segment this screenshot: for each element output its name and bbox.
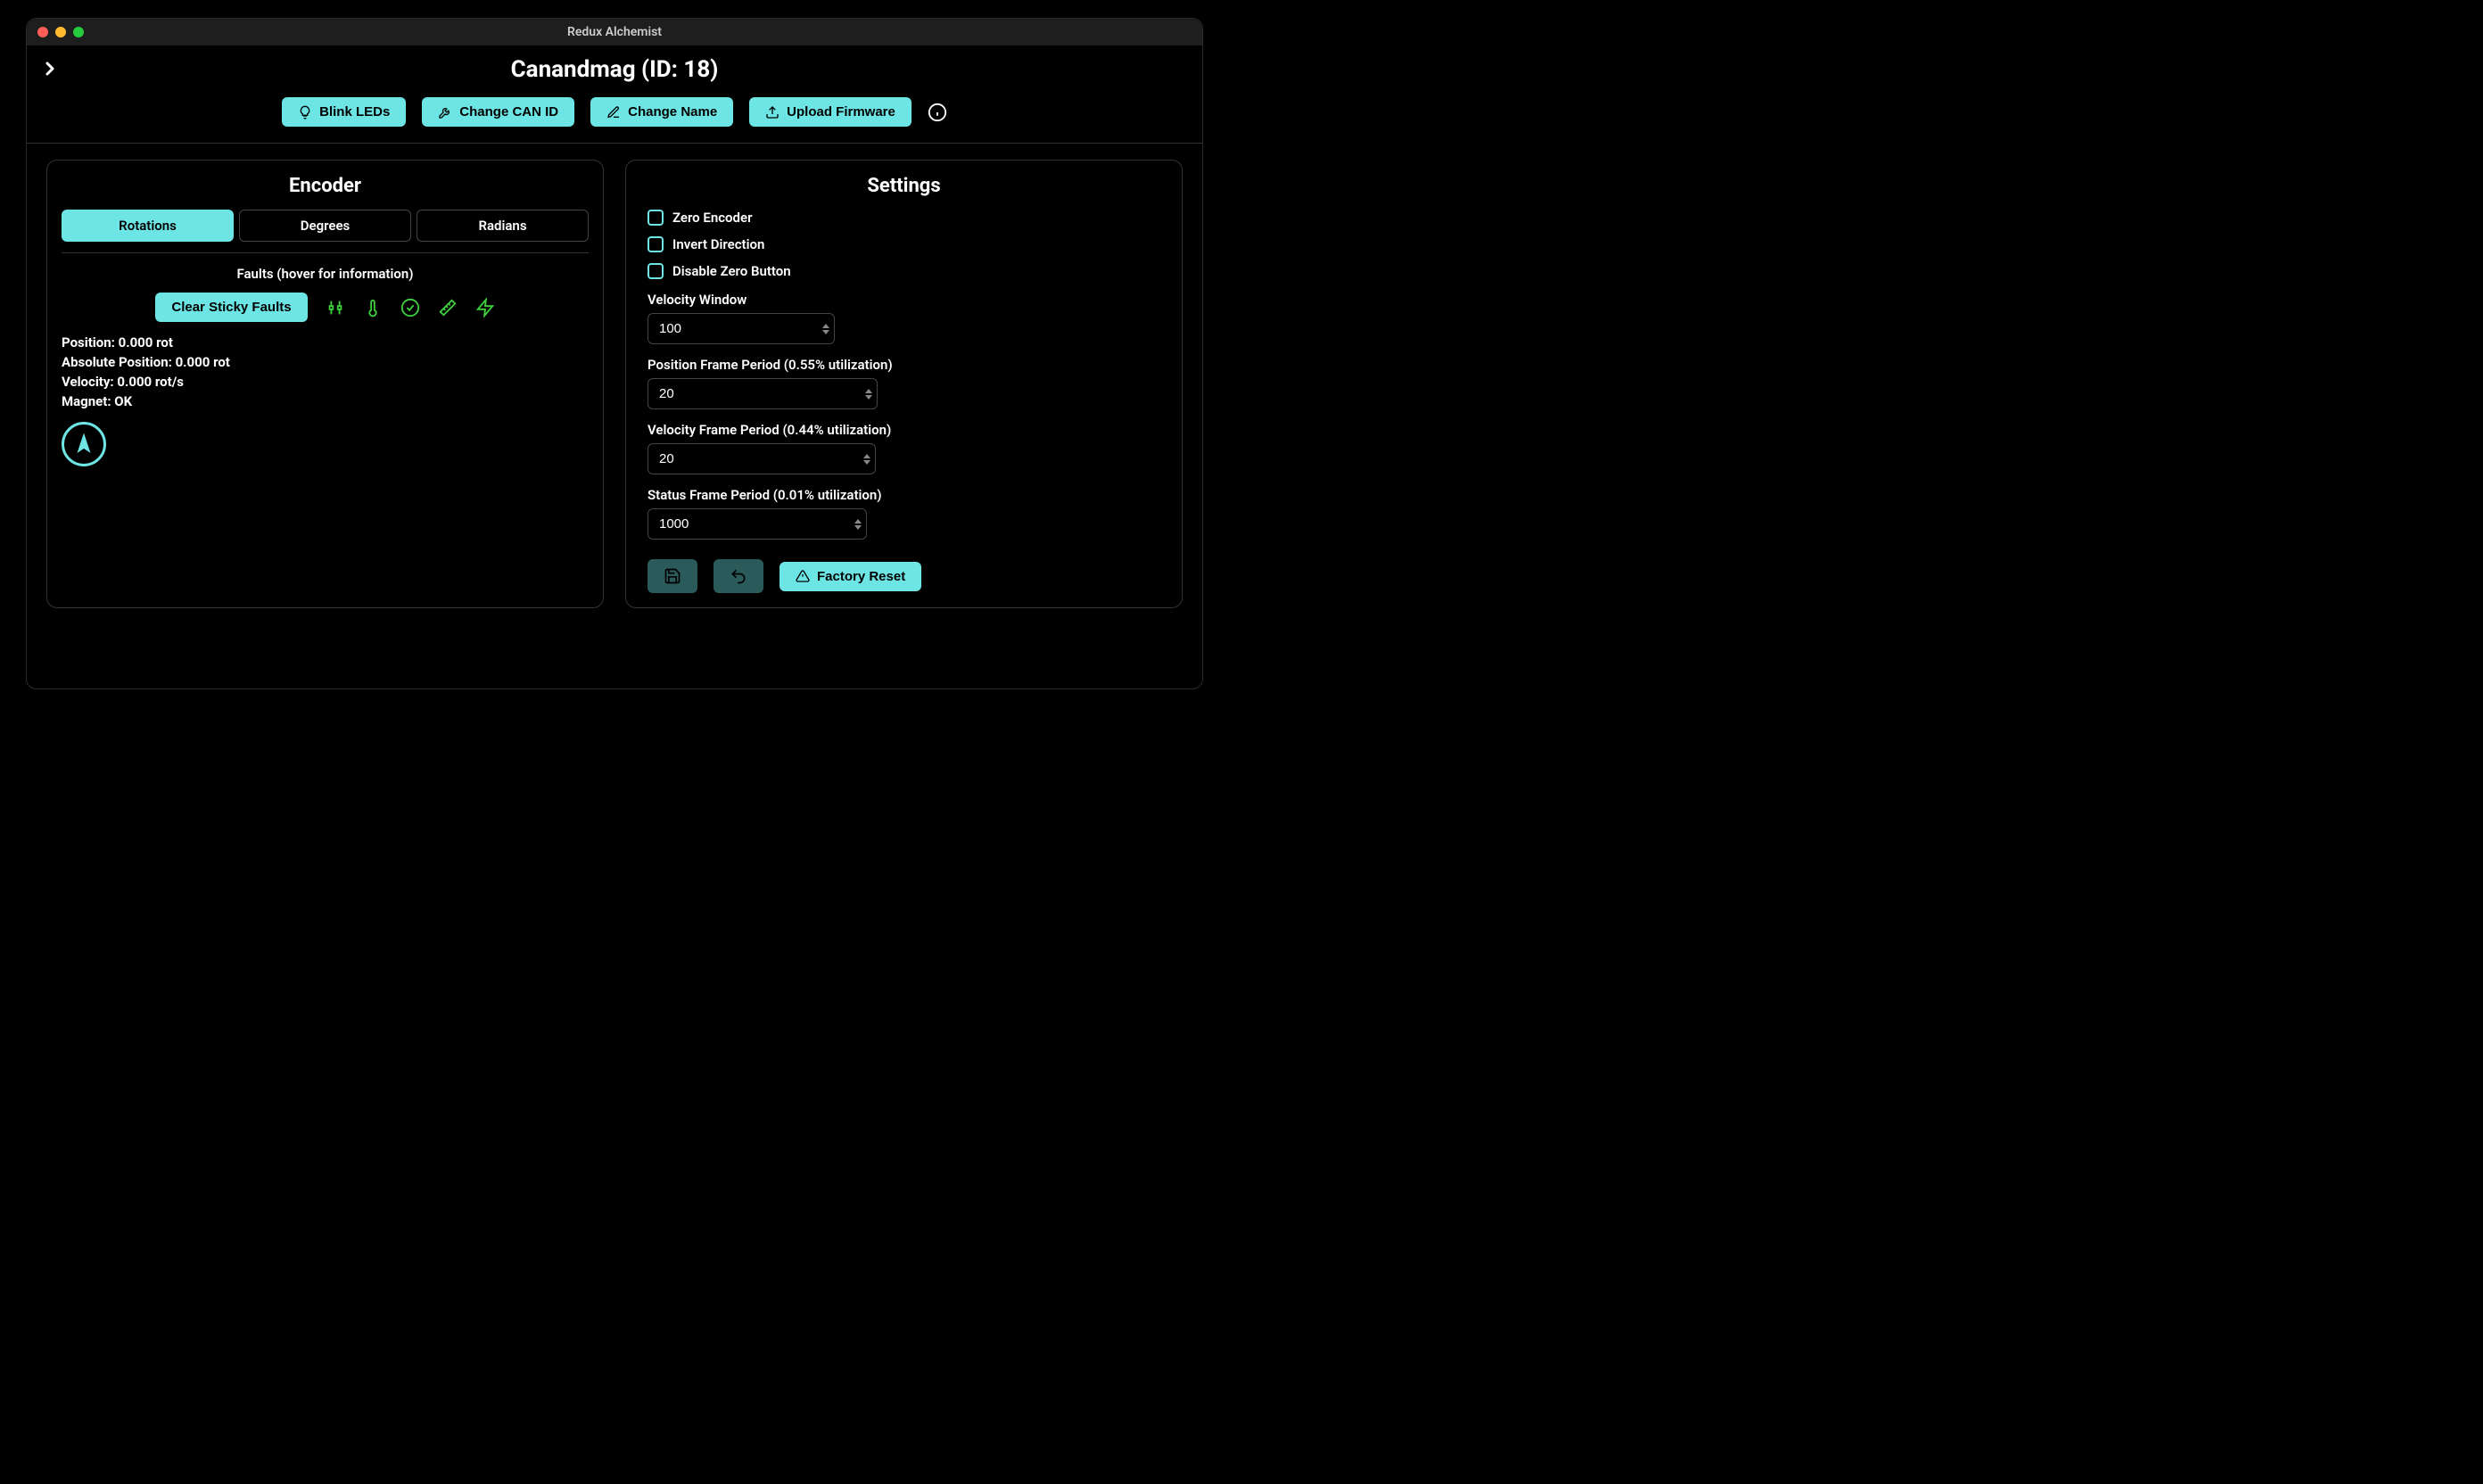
invert-direction-checkbox[interactable]: Invert Direction <box>648 236 1160 252</box>
status-frame-input[interactable] <box>648 508 867 540</box>
header: Canandmag (ID: 18) Blink LEDs Change CAN… <box>27 45 1202 143</box>
encoder-panel: Encoder Rotations Degrees Radians Faults… <box>46 160 604 608</box>
compass-indicator <box>62 422 106 466</box>
change-can-id-button[interactable]: Change CAN ID <box>422 97 574 127</box>
app-window: Redux Alchemist Canandmag (ID: 18) Blink… <box>26 18 1203 689</box>
unit-tabs: Rotations Degrees Radians <box>62 210 589 242</box>
position-frame-input[interactable] <box>648 378 878 409</box>
clear-sticky-faults-button[interactable]: Clear Sticky Faults <box>155 293 307 322</box>
change-name-label: Change Name <box>628 104 717 120</box>
factory-reset-label: Factory Reset <box>817 569 905 584</box>
upload-firmware-button[interactable]: Upload Firmware <box>749 97 912 127</box>
encoder-title: Encoder <box>62 175 589 197</box>
minimize-window-button[interactable] <box>55 27 66 37</box>
window-title: Redux Alchemist <box>27 25 1202 39</box>
back-button[interactable] <box>39 58 61 79</box>
velocity-window-input[interactable] <box>648 313 835 344</box>
stepper[interactable] <box>854 519 862 530</box>
upload-firmware-label: Upload Firmware <box>787 104 895 120</box>
check-fault-icon[interactable] <box>400 298 420 317</box>
position-stat: Position: 0.000 rot <box>62 334 589 350</box>
change-can-id-label: Change CAN ID <box>459 104 558 120</box>
faults-row: Clear Sticky Faults <box>62 293 589 322</box>
edit-icon <box>606 105 621 120</box>
invert-direction-label: Invert Direction <box>672 236 764 252</box>
position-frame-label: Position Frame Period (0.55% utilization… <box>648 357 1160 373</box>
stepper[interactable] <box>865 389 872 400</box>
warning-icon <box>796 569 810 583</box>
disable-zero-checkbox[interactable]: Disable Zero Button <box>648 263 1160 279</box>
velocity-frame-label: Velocity Frame Period (0.44% utilization… <box>648 422 1160 438</box>
save-icon <box>664 567 681 585</box>
ruler-fault-icon[interactable] <box>438 298 458 317</box>
content: Encoder Rotations Degrees Radians Faults… <box>27 144 1202 624</box>
tab-degrees[interactable]: Degrees <box>239 210 411 242</box>
blink-leds-button[interactable]: Blink LEDs <box>282 97 406 127</box>
checkbox-icon <box>648 210 664 226</box>
change-name-button[interactable]: Change Name <box>590 97 733 127</box>
checkbox-icon <box>648 236 664 252</box>
checkbox-icon <box>648 263 664 279</box>
compass-arrow-icon <box>72 433 95 456</box>
faults-label: Faults (hover for information) <box>62 266 589 282</box>
maximize-window-button[interactable] <box>73 27 84 37</box>
velocity-window-label: Velocity Window <box>648 292 1160 308</box>
upload-icon <box>765 105 780 120</box>
lightbulb-icon <box>298 105 312 120</box>
stepper[interactable] <box>822 324 829 334</box>
titlebar: Redux Alchemist <box>27 19 1202 45</box>
chevron-right-icon <box>39 58 61 79</box>
bolt-fault-icon[interactable] <box>475 298 495 317</box>
tab-rotations[interactable]: Rotations <box>62 210 234 242</box>
faults-section: Faults (hover for information) Clear Sti… <box>62 252 589 466</box>
clear-sticky-faults-label: Clear Sticky Faults <box>171 300 291 315</box>
zero-encoder-label: Zero Encoder <box>672 210 752 226</box>
zero-encoder-checkbox[interactable]: Zero Encoder <box>648 210 1160 226</box>
absolute-position-stat: Absolute Position: 0.000 rot <box>62 354 589 370</box>
status-frame-label: Status Frame Period (0.01% utilization) <box>648 487 1160 503</box>
settings-button-row: Factory Reset <box>648 559 1160 593</box>
factory-reset-button[interactable]: Factory Reset <box>780 562 921 591</box>
settings-panel: Settings Zero Encoder Invert Direction D… <box>625 160 1183 608</box>
disable-zero-label: Disable Zero Button <box>672 263 791 279</box>
wrench-icon <box>438 105 452 120</box>
blink-leds-label: Blink LEDs <box>319 104 390 120</box>
thermometer-fault-icon[interactable] <box>363 298 383 317</box>
power-fault-icon[interactable] <box>326 298 345 317</box>
magnet-stat: Magnet: OK <box>62 393 589 409</box>
velocity-frame-input[interactable] <box>648 443 876 474</box>
settings-title: Settings <box>640 175 1167 197</box>
tab-radians[interactable]: Radians <box>417 210 589 242</box>
close-window-button[interactable] <box>37 27 48 37</box>
action-row: Blink LEDs Change CAN ID Change Name Upl… <box>41 97 1188 127</box>
save-button[interactable] <box>648 559 697 593</box>
info-icon <box>928 103 947 122</box>
page-title: Canandmag (ID: 18) <box>41 56 1188 83</box>
info-button[interactable] <box>928 103 947 122</box>
undo-icon <box>730 567 747 585</box>
undo-button[interactable] <box>714 559 763 593</box>
stepper[interactable] <box>863 454 870 465</box>
velocity-stat: Velocity: 0.000 rot/s <box>62 374 589 390</box>
